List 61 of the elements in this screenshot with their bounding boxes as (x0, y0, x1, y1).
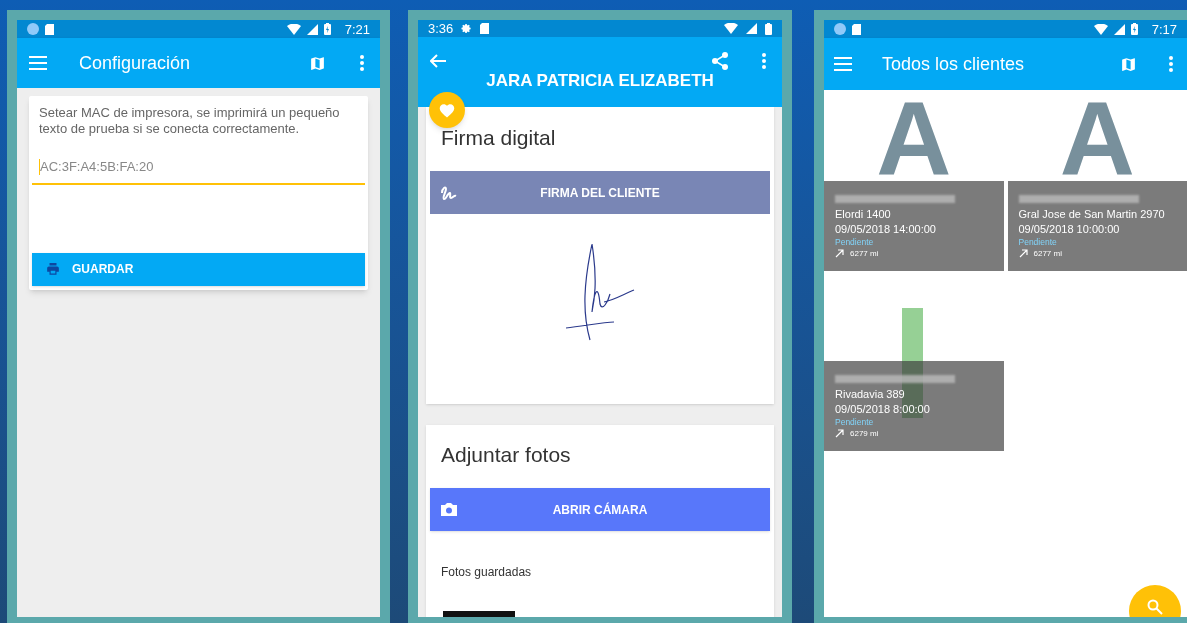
signal-icon (1113, 23, 1125, 35)
description-text: Setear MAC de impresora, se imprimirá un pequeño texto de prueba si se conecta correctamente. (38, 105, 341, 137)
share-icon[interactable] (712, 52, 728, 70)
heart-icon (438, 102, 456, 118)
wifi-icon (1093, 23, 1108, 35)
gear-icon (461, 23, 473, 34)
printer-icon (46, 262, 60, 276)
map-icon[interactable] (309, 54, 326, 72)
map-icon[interactable] (1120, 55, 1137, 73)
tile-letter: A (876, 99, 952, 177)
tile-distance: 6277 mi (1033, 248, 1062, 259)
client-name-title: JARA PATRICIA ELIZABETH (485, 70, 715, 92)
save-button[interactable]: GUARDAR (32, 252, 365, 286)
card-title: Firma digital (440, 125, 557, 151)
tile-letter: A (1059, 99, 1135, 177)
tile-status: Pendiente (835, 417, 875, 428)
battery-icon (765, 22, 772, 35)
wifi-icon (724, 23, 738, 34)
open-camera-button[interactable]: ABRIR CÁMARA (430, 488, 770, 531)
saved-photos-label: Fotos guardadas (440, 564, 533, 581)
client-signature-button[interactable]: FIRMA DEL CLIENTE (430, 171, 770, 214)
battery-icon (323, 23, 331, 35)
sd-card-icon (480, 23, 490, 34)
text-cursor (39, 158, 40, 175)
tile-status: Pendiente (1018, 237, 1058, 248)
menu-icon[interactable] (29, 56, 47, 70)
mac-input-field[interactable]: AC:3F:A4:5B:FA:20 (32, 157, 365, 185)
more-options-icon[interactable] (762, 53, 766, 69)
sd-card-icon (852, 23, 861, 35)
tile-datetime: 09/05/2018 14:00:00 (835, 222, 937, 237)
card-title: Adjuntar fotos (440, 442, 572, 468)
tile-status: Pendiente (835, 237, 875, 248)
status-time: 7:21 (344, 22, 370, 36)
diagonal-arrow-icon (1018, 249, 1028, 258)
tile-datetime: 09/05/2018 8:00:00 (835, 402, 931, 417)
status-time: 3:36 (428, 22, 454, 35)
tile-address: Elordi 1400 (835, 207, 892, 222)
diagonal-arrow-icon (835, 249, 844, 258)
menu-icon[interactable] (834, 57, 852, 71)
wifi-icon (286, 23, 301, 35)
more-options-icon[interactable] (1169, 56, 1173, 72)
signal-icon (306, 23, 318, 35)
camera-icon (440, 502, 458, 517)
app-bar-title: Todos los clientes (882, 52, 1026, 76)
tile-datetime: 09/05/2018 10:00:00 (1018, 222, 1121, 237)
diagonal-arrow-icon (835, 429, 844, 438)
tile-distance: 6279 mi (850, 428, 879, 439)
status-time: 7:17 (1151, 22, 1177, 36)
sd-card-icon (45, 23, 54, 35)
circle-icon (834, 23, 846, 35)
signal-icon (746, 23, 757, 34)
back-arrow-icon[interactable] (430, 54, 446, 68)
circle-icon (27, 23, 39, 35)
battery-icon (1130, 23, 1138, 35)
tile-address: Rivadavia 389 (835, 387, 906, 402)
tile-address: Gral Jose de San Martin 2970 (1018, 207, 1166, 222)
signature-icon (440, 184, 458, 201)
tile-distance: 6277 mi (850, 248, 879, 259)
search-icon (1147, 599, 1163, 615)
app-bar-title: Configuración (79, 51, 192, 75)
more-options-icon[interactable] (360, 55, 364, 71)
